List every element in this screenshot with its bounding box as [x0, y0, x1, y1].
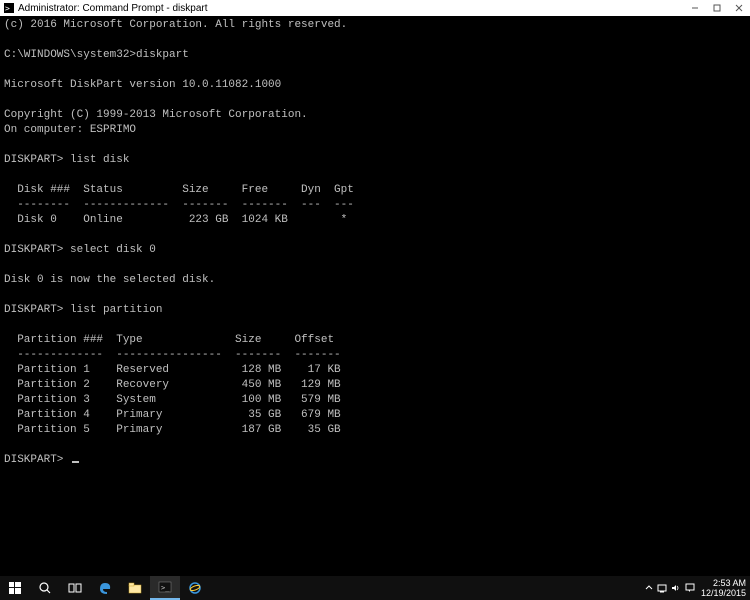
copyright2: Copyright (C) 1999-2013 Microsoft Corpor…: [4, 109, 308, 121]
ie-button[interactable]: [180, 576, 210, 600]
start-button[interactable]: [0, 576, 30, 600]
cmd-diskpart: diskpart: [136, 49, 189, 61]
clock[interactable]: 2:53 AM 12/19/2015: [701, 578, 746, 598]
file-explorer-button[interactable]: [120, 576, 150, 600]
maximize-button[interactable]: [706, 0, 728, 16]
taskbar-right: 2:53 AM 12/19/2015: [645, 576, 750, 600]
clock-date: 12/19/2015: [701, 588, 746, 598]
version-line: Microsoft DiskPart version 10.0.11082.10…: [4, 79, 281, 91]
window-title: Administrator: Command Prompt - diskpart: [18, 3, 684, 14]
copyright-line: (c) 2016 Microsoft Corporation. All righ…: [4, 19, 347, 31]
volume-icon[interactable]: [671, 583, 681, 593]
disk-row: Disk 0 Online 223 GB 1024 KB *: [4, 214, 347, 226]
part-row: Partition 3 System 100 MB 579 MB: [4, 394, 341, 406]
part-header: Partition ### Type Size Offset: [4, 334, 334, 346]
system-tray[interactable]: [645, 583, 695, 593]
part-row: Partition 1 Reserved 128 MB 17 KB: [4, 364, 341, 376]
taskbar[interactable]: >_ 2:53 AM 12/19/2015: [0, 576, 750, 600]
clock-time: 2:53 AM: [701, 578, 746, 588]
tray-chevron-up-icon[interactable]: [645, 584, 653, 592]
network-icon[interactable]: [657, 583, 667, 593]
part-sep: ------------- ---------------- ------- -…: [4, 349, 341, 361]
svg-text:>: >: [5, 4, 10, 13]
titlebar[interactable]: > Administrator: Command Prompt - diskpa…: [0, 0, 750, 16]
cmd-select-disk: select disk 0: [70, 244, 156, 256]
prompt-path: C:\WINDOWS\system32>: [4, 49, 136, 61]
disk-sep: -------- ------------- ------- ------- -…: [4, 199, 354, 211]
cmd-list-disk: list disk: [70, 154, 129, 166]
part-row: Partition 4 Primary 35 GB 679 MB: [4, 409, 341, 421]
terminal-output[interactable]: (c) 2016 Microsoft Corporation. All righ…: [0, 16, 750, 576]
svg-text:>_: >_: [161, 584, 170, 592]
action-center-icon[interactable]: [685, 583, 695, 593]
cursor: [72, 461, 79, 463]
window-controls: [684, 0, 750, 16]
part-row: Partition 5 Primary 187 GB 35 GB: [4, 424, 341, 436]
minimize-button[interactable]: [684, 0, 706, 16]
cmd-icon: >: [4, 3, 14, 13]
computer-line: On computer: ESPRIMO: [4, 124, 136, 136]
task-view-button[interactable]: [60, 576, 90, 600]
dp-prompt: DISKPART>: [4, 244, 63, 256]
taskbar-left: >_: [0, 576, 210, 600]
cmd-taskbar-button[interactable]: >_: [150, 576, 180, 600]
close-button[interactable]: [728, 0, 750, 16]
part-row: Partition 2 Recovery 450 MB 129 MB: [4, 379, 341, 391]
dp-prompt: DISKPART>: [4, 454, 63, 466]
select-msg: Disk 0 is now the selected disk.: [4, 274, 215, 286]
dp-prompt: DISKPART>: [4, 154, 63, 166]
search-button[interactable]: [30, 576, 60, 600]
command-prompt-window: > Administrator: Command Prompt - diskpa…: [0, 0, 750, 576]
edge-button[interactable]: [90, 576, 120, 600]
dp-prompt: DISKPART>: [4, 304, 63, 316]
cmd-list-partition: list partition: [70, 304, 162, 316]
disk-header: Disk ### Status Size Free Dyn Gpt: [4, 184, 354, 196]
